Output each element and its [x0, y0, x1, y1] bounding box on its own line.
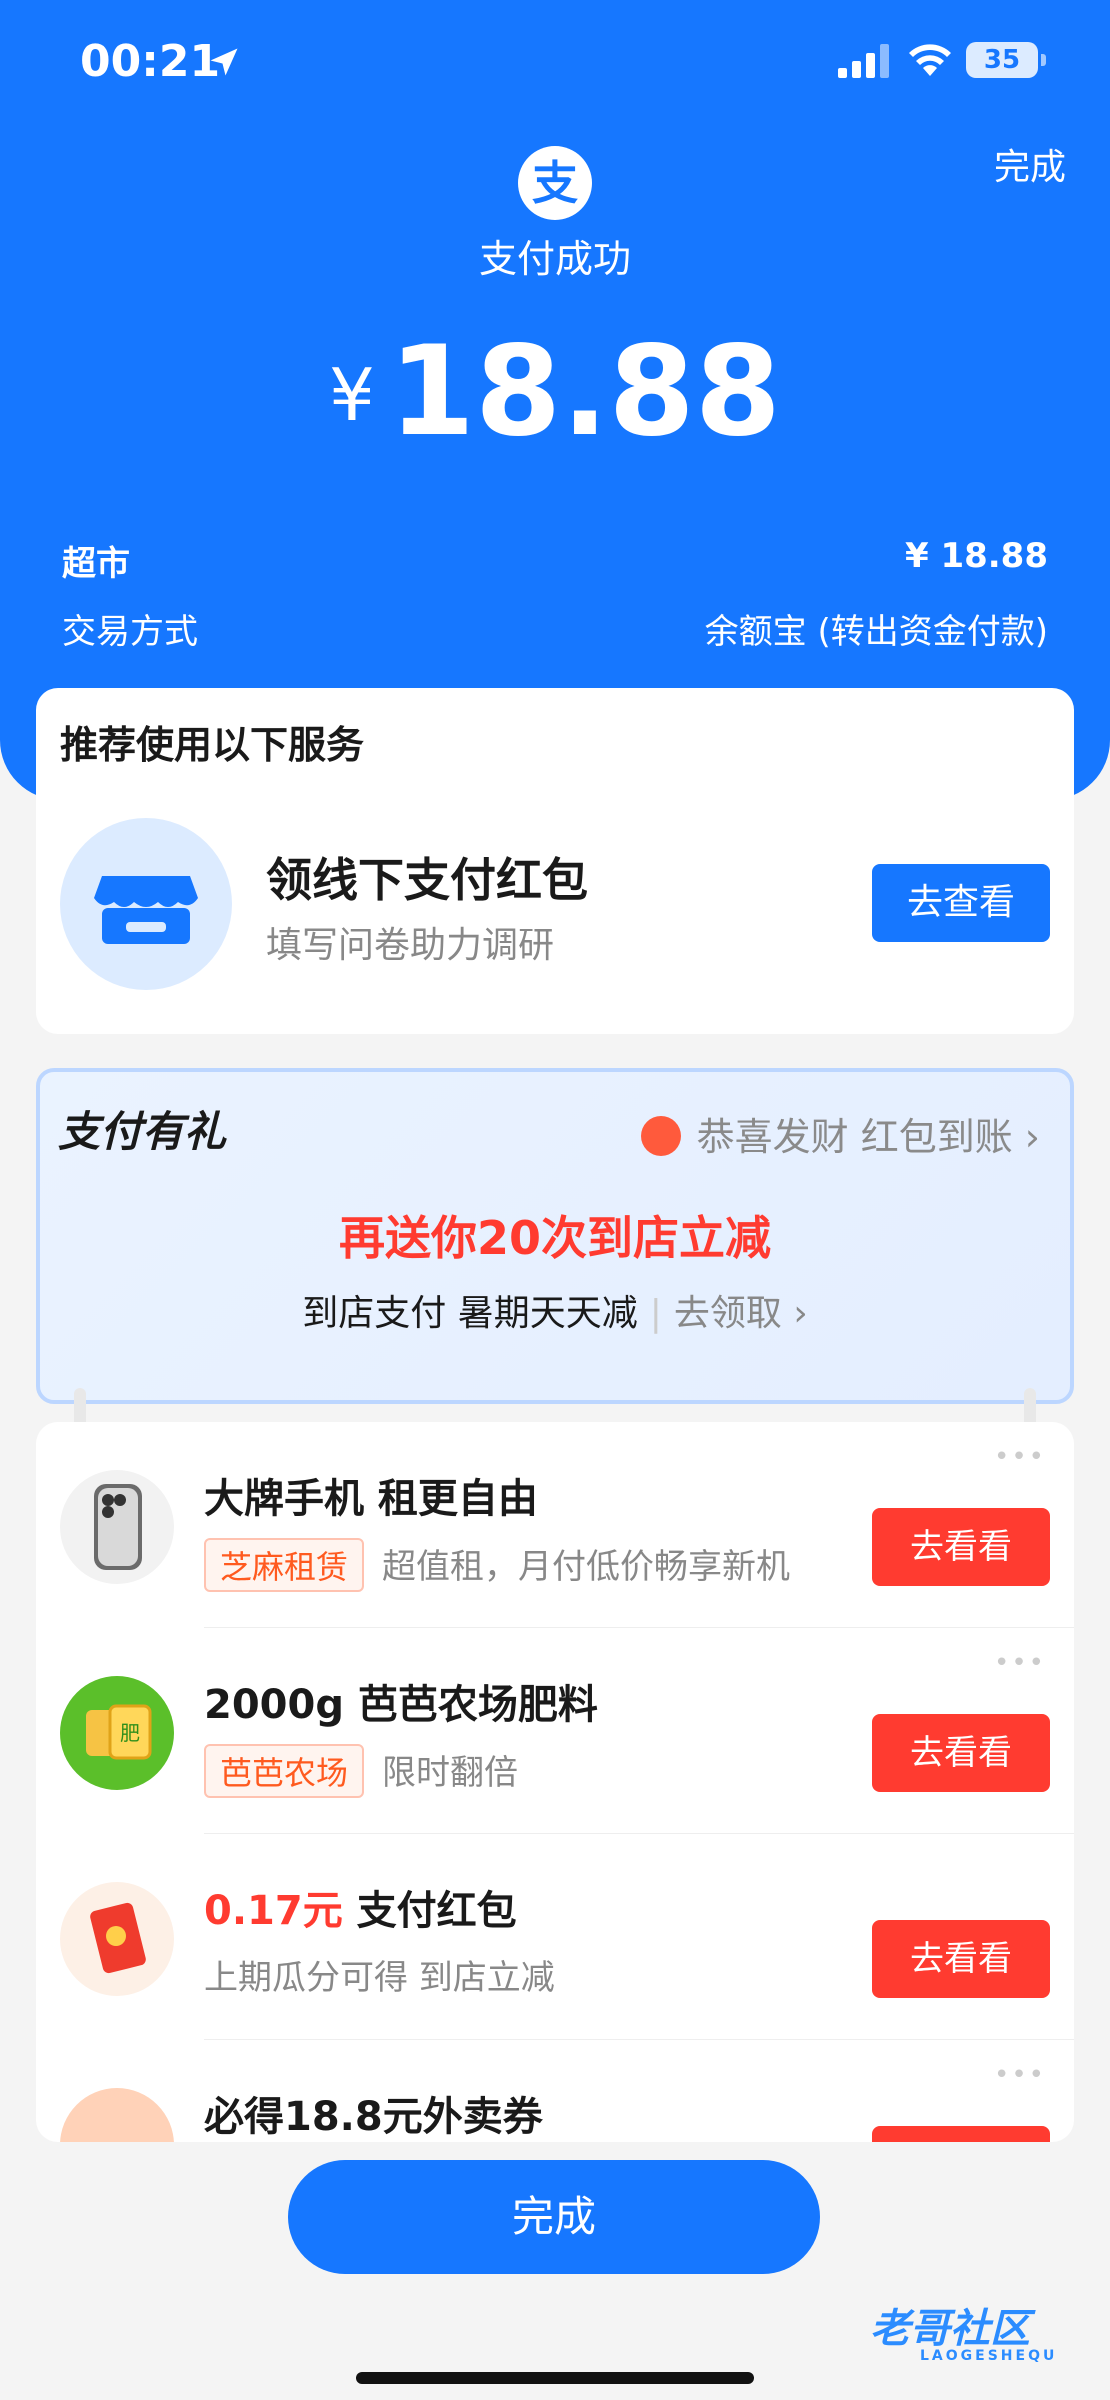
wifi-icon: [909, 44, 951, 76]
merchant-amount: ¥ 18.88: [904, 536, 1048, 576]
header-done-button[interactable]: 完成: [994, 138, 1066, 190]
bottom-bar: 完成 老哥社区 LAOGESHEQU: [0, 2146, 1110, 2400]
item-title-text: 支付红包: [342, 1888, 517, 1934]
payment-method-value: 余额宝 (转出资金付款): [704, 612, 1048, 652]
gift-badge-icon: [640, 1116, 681, 1156]
watermark-subtext: LAOGESHEQU: [920, 2348, 1058, 2364]
gift-headline: 再送你20次到店立减: [338, 1211, 771, 1265]
item-tag: 芭芭农场: [204, 1744, 365, 1798]
go-see-button[interactable]: 去看看: [872, 1508, 1050, 1586]
merchant-name: 超市: [62, 544, 130, 584]
more-dots-icon[interactable]: •••: [994, 2060, 1046, 2090]
battery-icon: 35: [966, 42, 1046, 78]
fertilizer-icon: 肥: [60, 1676, 174, 1790]
takeout-icon: [60, 2088, 174, 2142]
service-subtitle: 填写问卷助力调研: [266, 925, 555, 966]
service-recommendation-card: 推荐使用以下服务 领线下支付红包 填写问卷助力调研 去查看: [36, 688, 1074, 1034]
service-card-title: 推荐使用以下服务: [60, 723, 365, 767]
go-see-button[interactable]: 去看看: [872, 1920, 1050, 1998]
payment-status: 支付成功: [478, 237, 631, 281]
signal-icon: [838, 44, 889, 78]
item-title: 2000g 芭芭农场肥料: [204, 1682, 598, 1728]
item-subtitle: 上期瓜分可得 到店立减: [204, 1958, 555, 1998]
red-envelope-icon: [60, 1882, 174, 1996]
payment-amount: ¥18.88: [0, 320, 1110, 464]
watermark-text: 老哥社区: [870, 2306, 1030, 2352]
more-dots-icon[interactable]: •••: [994, 1442, 1046, 1472]
gift-card-title: 支付有礼: [58, 1107, 227, 1156]
list-item[interactable]: ••• 大牌手机 租更自由 芝麻租赁 超值租，月付低价畅享新机 去看看: [36, 1422, 1074, 1628]
list-item[interactable]: 0.17元 支付红包 上期瓜分可得 到店立减 去看看: [36, 1834, 1074, 2040]
service-name: 领线下支付红包: [266, 853, 588, 907]
go-see-button[interactable]: [872, 2126, 1050, 2142]
svg-text:肥: 肥: [120, 1721, 140, 1745]
gift-subline-text: 到店支付 暑期天天减: [302, 1293, 638, 1334]
status-bar: 00:21 35: [0, 0, 1110, 126]
location-arrow-icon: [210, 48, 238, 76]
item-subtitle: 芭芭农场 限时翻倍: [204, 1744, 518, 1798]
item-subtitle-text: 限时翻倍: [382, 1753, 519, 1793]
claim-link[interactable]: 去领取: [674, 1293, 782, 1334]
currency-symbol: ¥: [328, 353, 375, 437]
item-subtitle-text: 超值租，月付低价畅享新机: [382, 1547, 791, 1587]
list-item[interactable]: ••• 肥 2000g 芭芭农场肥料 芭芭农场 限时翻倍 去看看: [36, 1628, 1074, 1834]
gift-notice-text: 恭喜发财 红包到账: [696, 1115, 1013, 1159]
item-title: 必得18.8元外卖券: [204, 2094, 543, 2140]
gift-separator: |: [649, 1293, 662, 1334]
go-see-button[interactable]: 去看看: [872, 1714, 1050, 1792]
view-service-button[interactable]: 去查看: [872, 864, 1050, 942]
payment-method-label: 交易方式: [62, 612, 198, 652]
chevron-right-icon: ›: [1024, 1115, 1040, 1159]
gift-notice[interactable]: 恭喜发财 红包到账 ›: [640, 1106, 1040, 1161]
status-time: 00:21: [80, 36, 221, 87]
home-indicator: [356, 2372, 754, 2384]
item-title: 0.17元 支付红包: [204, 1878, 517, 1936]
gift-subline: 到店支付 暑期天天减 | 去领取 ›: [40, 1284, 1070, 1336]
promo-list: ••• 大牌手机 租更自由 芝麻租赁 超值租，月付低价畅享新机 去看看 ••• 肥…: [36, 1422, 1074, 2142]
store-icon: [60, 818, 232, 990]
amount-value: 18.88: [388, 320, 782, 464]
list-item[interactable]: ••• 必得18.8元外卖券: [36, 2040, 1074, 2142]
alipay-logo-icon: 支: [518, 146, 592, 220]
item-title-amount: 0.17元: [204, 1888, 343, 1934]
item-tag: 芝麻租赁: [204, 1538, 365, 1592]
phone-icon: [60, 1470, 174, 1584]
item-subtitle: 芝麻租赁 超值租，月付低价畅享新机: [204, 1538, 790, 1592]
payment-gift-card[interactable]: 支付有礼 恭喜发财 红包到账 › 再送你20次到店立减 到店支付 暑期天天减 | 去…: [36, 1068, 1074, 1404]
done-button[interactable]: 完成: [288, 2160, 820, 2274]
watermark-logo: 老哥社区 LAOGESHEQU: [870, 2296, 1100, 2372]
item-title: 大牌手机 租更自由: [204, 1476, 538, 1522]
more-dots-icon[interactable]: •••: [994, 1648, 1046, 1678]
chevron-right-icon: ›: [781, 1293, 808, 1334]
